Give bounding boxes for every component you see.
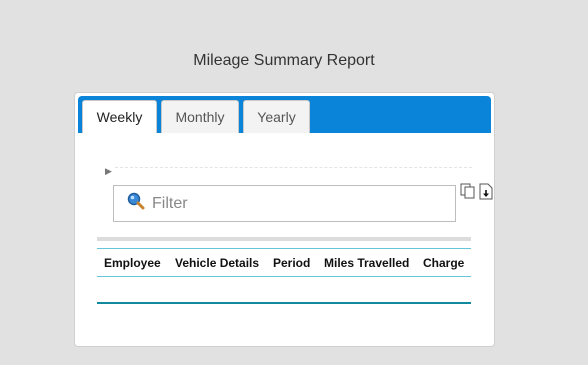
tab-bar: Weekly Monthly Yearly [78,96,491,133]
table-bottom-border [97,302,471,304]
copy-icon[interactable] [460,183,476,199]
divider [115,167,472,168]
triangle-right-icon[interactable]: ▶ [105,166,112,177]
column-header-period[interactable]: Period [273,256,310,270]
download-icon[interactable] [479,183,493,200]
column-header-miles-travelled[interactable]: Miles Travelled [324,256,409,270]
column-header-vehicle-details[interactable]: Vehicle Details [175,256,259,270]
tab-weekly[interactable]: Weekly [82,100,157,133]
filter-input[interactable] [152,194,432,213]
tab-monthly[interactable]: Monthly [161,100,239,133]
page-title: Mileage Summary Report [193,52,375,69]
table-top-border [97,237,471,241]
report-panel: Weekly Monthly Yearly ▶ Employee Vehi [74,92,495,347]
table-header-row: Employee Vehicle Details Period Miles Tr… [97,248,471,277]
filter-field[interactable] [113,185,456,222]
column-header-employee[interactable]: Employee [104,256,161,270]
column-header-charge[interactable]: Charge [423,256,464,270]
tab-yearly[interactable]: Yearly [243,100,310,133]
magnifier-icon [127,192,145,215]
